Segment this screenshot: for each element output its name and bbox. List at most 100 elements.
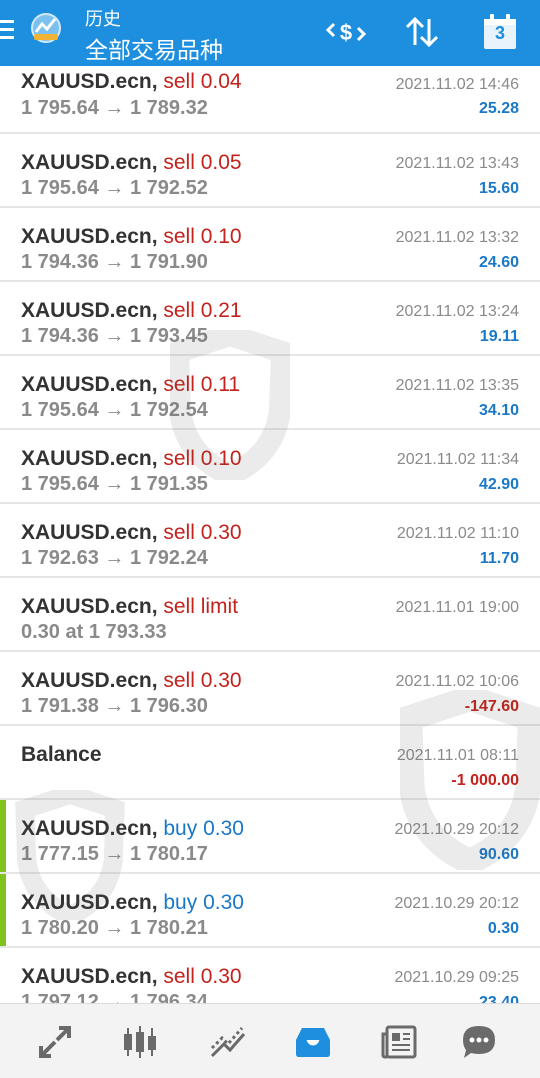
list-item[interactable]: XAUUSD.ecn, sell 0.10 1 795.64 → 1 791.3… — [0, 430, 540, 504]
item-time: 2021.10.29 20:12 — [394, 895, 519, 912]
list-item[interactable]: XAUUSD.ecn, sell 0.04 1 795.64 → 1 789.3… — [0, 66, 540, 134]
item-time: 2021.11.02 13:32 — [395, 229, 519, 246]
page-title[interactable]: 全部交易品种 — [85, 31, 223, 65]
item-prices: 1 795.64 → 1 791.35 — [21, 473, 208, 495]
item-prices: 0.30 at 1 793.33 — [21, 621, 167, 643]
item-profit: 25.28 — [478, 100, 519, 117]
list-item[interactable]: XAUUSD.ecn, sell 0.21 1 794.36 → 1 793.4… — [0, 282, 540, 356]
chart-icon — [124, 1026, 156, 1058]
list-item[interactable]: XAUUSD.ecn, sell 0.30 1 797.12 → 1 796.3… — [0, 948, 540, 1003]
item-prices: 1 794.36 → 1 793.45 — [21, 325, 208, 347]
list-item[interactable]: XAUUSD.ecn, sell 0.05 1 795.64 → 1 792.5… — [0, 134, 540, 208]
item-action: sell 0.10 — [163, 225, 242, 248]
item-symbol: XAUUSD.ecn, sell 0.30 — [21, 965, 242, 988]
sort-arrows-icon — [405, 16, 439, 48]
quotes-icon — [39, 1026, 71, 1058]
item-symbol: XAUUSD.ecn, sell 0.21 — [21, 299, 242, 322]
list-item[interactable]: XAUUSD.ecn, buy 0.30 1 780.20 → 1 780.21… — [0, 874, 540, 948]
calendar-button[interactable]: 3 — [478, 12, 522, 52]
item-prices: 1 797.12 → 1 796.34 — [21, 991, 208, 1003]
item-time: 2021.11.02 10:06 — [395, 673, 519, 690]
item-prices: 1 795.64 → 1 789.32 — [21, 97, 208, 119]
item-action: sell 0.11 — [163, 373, 241, 396]
item-time: 2021.11.01 08:11 — [396, 747, 519, 764]
item-profit: 19.11 — [479, 328, 519, 345]
item-prices: 1 795.64 → 1 792.52 — [21, 177, 208, 199]
item-profit: 42.90 — [478, 476, 519, 493]
item-time: 2021.10.29 09:25 — [394, 969, 519, 986]
list-item[interactable]: XAUUSD.ecn, sell 0.11 1 795.64 → 1 792.5… — [0, 356, 540, 430]
nav-news[interactable] — [376, 1018, 424, 1066]
list-item[interactable]: XAUUSD.ecn, buy 0.30 1 777.15 → 1 780.17… — [0, 800, 540, 874]
item-profit: 90.60 — [478, 846, 519, 863]
item-symbol: XAUUSD.ecn, sell 0.11 — [21, 373, 241, 396]
item-action: sell 0.30 — [163, 521, 242, 544]
nav-trade[interactable] — [204, 1018, 252, 1066]
item-symbol: XAUUSD.ecn, sell 0.10 — [21, 225, 242, 248]
history-icon — [296, 1028, 330, 1057]
item-prices: 1 780.20 → 1 780.21 — [21, 917, 208, 939]
item-action: sell 0.30 — [163, 669, 242, 692]
news-icon — [381, 1025, 417, 1059]
item-symbol: XAUUSD.ecn, sell limit — [21, 595, 239, 618]
item-time: 2021.11.02 13:43 — [395, 155, 519, 172]
item-symbol: XAUUSD.ecn, buy 0.30 — [21, 891, 244, 914]
nav-quotes[interactable] — [31, 1018, 79, 1066]
item-action: sell limit — [163, 595, 239, 618]
list-item[interactable]: XAUUSD.ecn, sell 0.10 1 794.36 → 1 791.9… — [0, 208, 540, 282]
item-symbol: Balance — [21, 743, 102, 766]
chat-icon — [463, 1026, 495, 1058]
nav-chart[interactable] — [116, 1018, 164, 1066]
page-subtitle: 历史 — [85, 9, 121, 29]
item-prices: 1 792.63 → 1 792.24 — [21, 547, 208, 569]
item-action: sell 0.05 — [163, 151, 242, 174]
app-logo-icon — [28, 10, 64, 46]
list-item[interactable]: Balance 2021.11.01 08:11 -1 000.00 — [0, 726, 540, 800]
item-symbol: XAUUSD.ecn, sell 0.05 — [21, 151, 242, 174]
item-profit: -1 000.00 — [451, 772, 519, 789]
item-time: 2021.11.02 14:46 — [395, 76, 519, 93]
history-list: XAUUSD.ecn, sell 0.04 1 795.64 → 1 789.3… — [0, 66, 540, 1003]
item-time: 2021.11.02 13:35 — [395, 377, 519, 394]
item-action: sell 0.30 — [163, 965, 242, 988]
item-profit: 34.10 — [478, 402, 519, 419]
menu-icon[interactable] — [0, 20, 14, 42]
top-bar: 历史 全部交易品种 $ 3 — [0, 0, 540, 66]
item-symbol: XAUUSD.ecn, sell 0.10 — [21, 447, 242, 470]
item-symbol: XAUUSD.ecn, sell 0.04 — [21, 70, 242, 93]
item-profit: 24.60 — [478, 254, 519, 271]
bottom-nav — [0, 1003, 540, 1078]
svg-text:$: $ — [340, 20, 352, 45]
item-prices: 1 791.38 → 1 796.30 — [21, 695, 208, 717]
nav-history[interactable] — [289, 1018, 337, 1066]
item-symbol: XAUUSD.ecn, buy 0.30 — [21, 817, 244, 840]
list-item[interactable]: XAUUSD.ecn, sell 0.30 1 792.63 → 1 792.2… — [0, 504, 540, 578]
item-time: 2021.11.02 11:34 — [396, 451, 519, 468]
item-profit: 23.40 — [478, 994, 519, 1003]
list-item[interactable]: XAUUSD.ecn, sell 0.30 1 791.38 → 1 796.3… — [0, 652, 540, 726]
item-action: sell 0.04 — [163, 70, 242, 93]
currency-sort-icon: $ — [326, 20, 366, 45]
sort-button[interactable] — [400, 12, 444, 52]
item-action: sell 0.10 — [163, 447, 242, 470]
buy-accent-bar — [0, 800, 6, 872]
trade-icon — [210, 1027, 246, 1058]
item-time: 2021.11.02 13:24 — [395, 303, 519, 320]
item-symbol: XAUUSD.ecn, sell 0.30 — [21, 669, 242, 692]
calendar-day: 3 — [494, 23, 505, 43]
item-profit: 15.60 — [478, 180, 519, 197]
buy-accent-bar — [0, 874, 6, 946]
list-item[interactable]: XAUUSD.ecn, sell limit 0.30 at 1 793.33 … — [0, 578, 540, 652]
item-prices: 1 794.36 → 1 791.90 — [21, 251, 208, 273]
item-action: buy 0.30 — [163, 891, 244, 914]
item-time: 2021.11.02 11:10 — [396, 525, 519, 542]
item-prices: 1 795.64 → 1 792.54 — [21, 399, 208, 421]
item-profit: 11.70 — [479, 550, 519, 567]
currency-sort-button[interactable]: $ — [324, 12, 368, 52]
item-symbol: XAUUSD.ecn, sell 0.30 — [21, 521, 242, 544]
item-action: buy 0.30 — [163, 817, 244, 840]
nav-chat[interactable] — [455, 1018, 503, 1066]
item-profit: -147.60 — [464, 698, 519, 715]
item-time: 2021.10.29 20:12 — [394, 821, 519, 838]
item-prices: 1 777.15 → 1 780.17 — [21, 843, 208, 865]
